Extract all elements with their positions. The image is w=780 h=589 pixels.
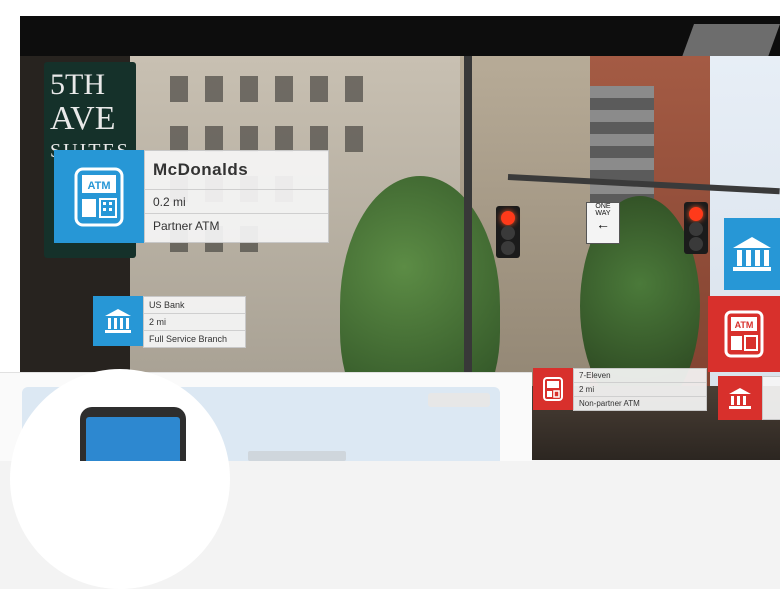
poi-marker-atm-right[interactable]: ATM [708, 296, 780, 372]
traffic-light [496, 206, 520, 258]
poi-distance: 2 mi [574, 383, 706, 397]
poi-marker-bank-right[interactable] [724, 218, 780, 290]
svg-text:ATM: ATM [735, 320, 754, 330]
traffic-light [684, 202, 708, 254]
sign-line-2: AVE [50, 100, 116, 137]
poi-card-clipped [762, 376, 780, 420]
left-arrow-icon: ← [596, 216, 610, 232]
phone-illustration-panel [0, 369, 532, 589]
illustration-circle [10, 369, 230, 589]
one-way-sign: ONE WAY ← [586, 202, 620, 244]
poi-card: US Bank 2 mi Full Service Branch [143, 296, 246, 348]
poi-type: Non-partner ATM [579, 399, 640, 408]
bank-icon [93, 296, 143, 346]
atm-icon: ATM [54, 150, 144, 243]
poi-card: 7-Eleven 2 mi Non-partner ATM [573, 368, 707, 411]
poi-marker-mcdonalds[interactable]: ATM McDonalds 0.2 mi Partner ATM [54, 150, 329, 243]
bank-icon [724, 218, 780, 290]
atm-icon [533, 368, 573, 410]
svg-text:ATM: ATM [87, 180, 110, 192]
sign-line-1: 5TH [50, 68, 105, 101]
poi-marker-7-eleven[interactable]: 7-Eleven 2 mi Non-partner ATM [533, 368, 707, 411]
poi-distance: 0.2 mi [145, 190, 328, 214]
poi-marker-bank-right-lower[interactable] [718, 376, 780, 420]
poi-name: 7-Eleven [574, 369, 706, 383]
poi-distance: 2 mi [144, 314, 245, 331]
phone-screen [86, 417, 180, 461]
bank-icon [718, 376, 762, 420]
screenshot-frame: 5TH AVE SUITES ONE WAY ← ATM McDo [0, 0, 780, 589]
atm-icon: ATM [708, 296, 780, 372]
poi-card: McDonalds 0.2 mi Partner ATM [144, 150, 329, 243]
app-top-bar [20, 16, 780, 56]
poi-name: US Bank [144, 297, 245, 314]
poi-type: Full Service Branch [149, 334, 228, 344]
poi-name: McDonalds [145, 151, 328, 190]
illustration-chip [428, 393, 490, 407]
poi-marker-us-bank[interactable]: US Bank 2 mi Full Service Branch [93, 296, 246, 348]
top-bar-grip [682, 24, 780, 56]
poi-type: Partner ATM [153, 218, 220, 233]
one-way-label: ONE WAY [595, 203, 611, 217]
